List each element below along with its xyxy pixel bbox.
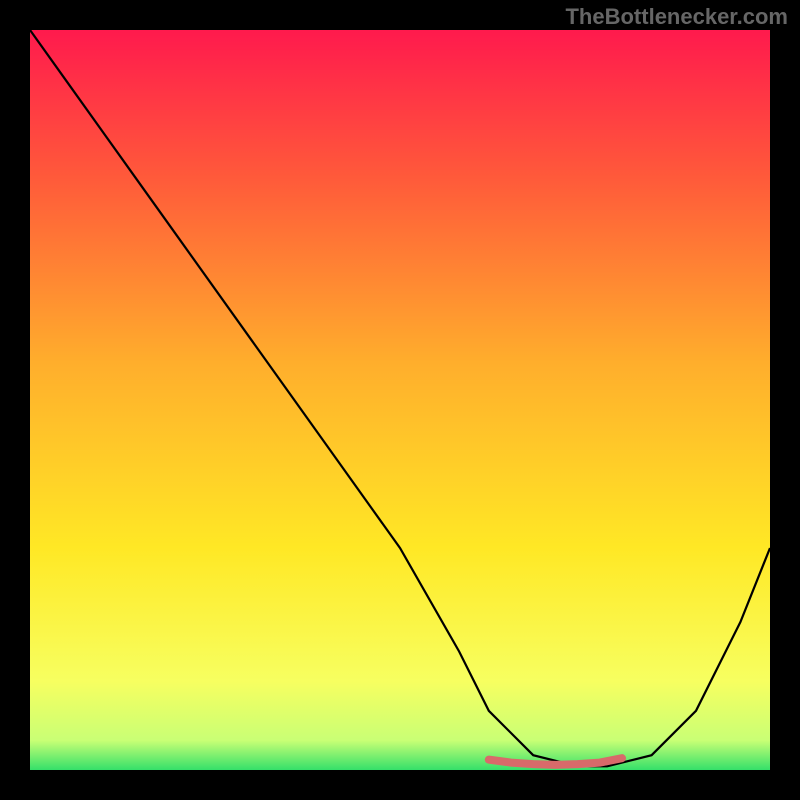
watermark-label: TheBottlenecker.com	[565, 4, 788, 30]
plot-area	[30, 30, 770, 770]
background-gradient	[30, 30, 770, 770]
chart-frame: TheBottlenecker.com	[0, 0, 800, 800]
